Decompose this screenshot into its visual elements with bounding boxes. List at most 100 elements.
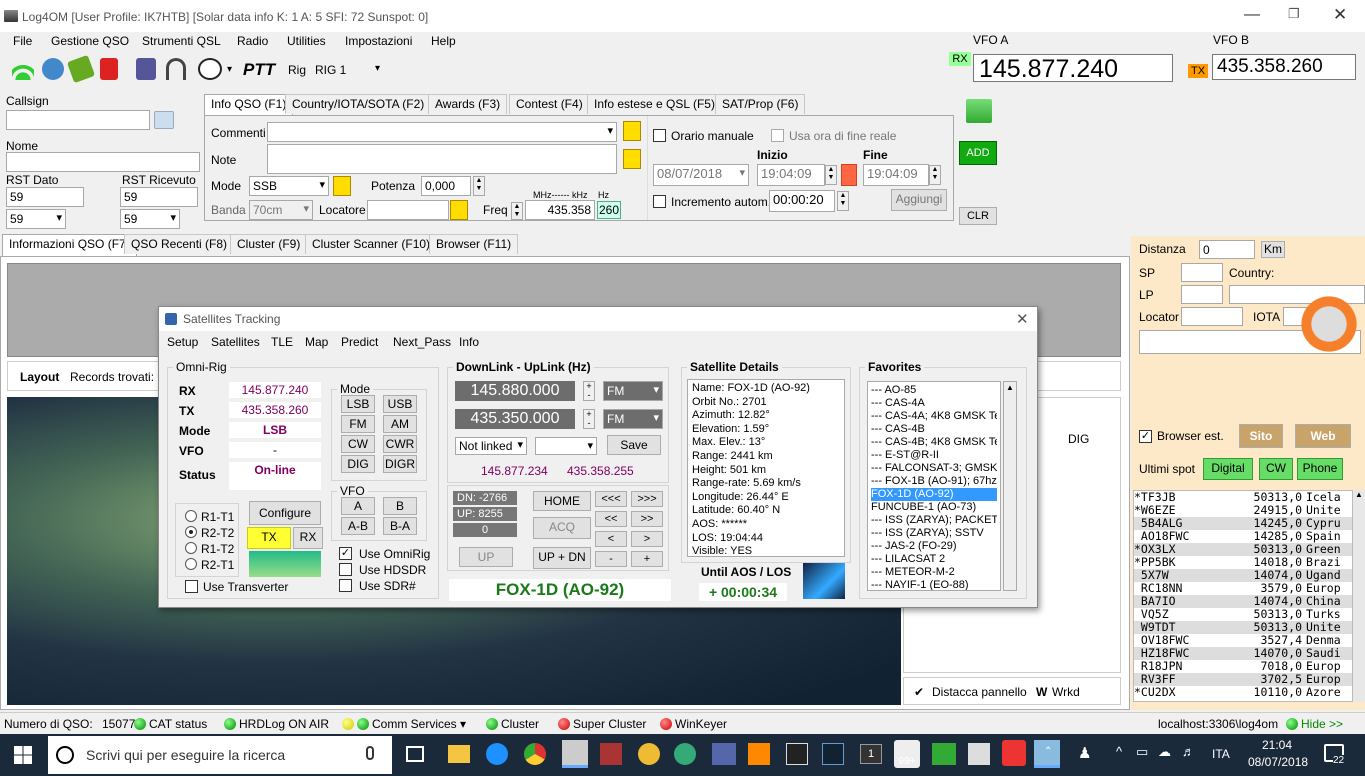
start-time-marker[interactable] [841, 164, 857, 186]
onedrive-icon[interactable]: ☁ [1158, 744, 1171, 760]
locatore-input[interactable] [367, 200, 449, 220]
favorite-item[interactable]: --- ISS (ZARYA); PACKET [871, 514, 997, 527]
tab-info-qso[interactable]: Info QSO (F1) [204, 94, 294, 116]
favorite-item[interactable]: --- ISS (ZARYA); SSTV [871, 527, 997, 540]
app-icon-8[interactable] [822, 743, 844, 765]
mode-digr-button[interactable]: DIGR [383, 455, 417, 473]
rig-dropdown-icon[interactable]: ▾ [375, 63, 380, 74]
vfo-a-frequency[interactable]: 145.877.240 [973, 54, 1173, 83]
tab-awards[interactable]: Awards (F3) [428, 94, 508, 114]
callsign-input[interactable] [6, 110, 150, 130]
nav-back-button[interactable]: << [595, 511, 627, 527]
rst-ricevuto-select[interactable]: 59 [120, 209, 180, 229]
tab-sat-prop[interactable]: SAT/Prop (F6) [715, 94, 806, 114]
favorite-item[interactable]: --- NAYIF-1 (EO-88) [871, 579, 997, 590]
locatore-lock-icon[interactable] [450, 200, 468, 220]
app-icon-3[interactable] [638, 743, 660, 765]
vfo-b-a-button[interactable]: B-A [383, 517, 417, 535]
mode-dig-button[interactable]: DIG [341, 455, 375, 473]
freq-spinner[interactable]: ▲ ▼ [511, 202, 523, 220]
up-dn-button[interactable]: UP + DN [533, 547, 591, 569]
favorite-item[interactable]: --- AO-85 [871, 384, 997, 397]
menu-strumenti-qsl[interactable]: Strumenti QSL [142, 34, 221, 48]
clock-time[interactable]: 21:04 [1262, 738, 1292, 752]
aggiungi-button[interactable]: Aggiungi [891, 189, 947, 211]
sito-button[interactable]: Sito [1239, 424, 1283, 448]
downlink-frequency[interactable]: 145.880.000 [455, 381, 575, 401]
configure-button[interactable]: Configure [249, 501, 321, 525]
cat-status[interactable]: CAT status [134, 717, 207, 731]
use-omnirig-checkbox[interactable]: ✓ [339, 547, 352, 560]
distacca-pannello[interactable]: Distacca pannello [932, 685, 1027, 699]
wifi-icon[interactable] [12, 58, 34, 80]
favorite-item[interactable]: --- FALCONSAT-3; GMSK 9 [871, 462, 997, 475]
rst-dato-select[interactable]: 59 [6, 209, 66, 229]
vfo-a-b-button[interactable]: A-B [341, 517, 375, 535]
maximize-button[interactable]: ❐ [1288, 6, 1300, 22]
digital-filter-button[interactable]: Digital [1203, 458, 1253, 480]
vfo-a-button[interactable]: A [341, 497, 375, 515]
sat-menu-next-pass[interactable]: Next_Pass [393, 335, 451, 349]
wrkd-label[interactable]: Wrkd [1052, 685, 1080, 699]
network-icon[interactable]: ▭ [1136, 744, 1148, 760]
web-button[interactable]: Web [1295, 424, 1351, 448]
app-icon-11[interactable] [968, 743, 990, 765]
headphones-icon[interactable] [249, 551, 321, 577]
tab-country[interactable]: Country/IOTA/SOTA (F2) [285, 94, 432, 114]
app-icon-7[interactable] [786, 743, 808, 765]
mode-cw-button[interactable]: CW [341, 435, 375, 453]
banda-select[interactable]: 70cm [249, 200, 313, 220]
favorite-item[interactable]: FUNCUBE-1 (AO-73) [871, 501, 997, 514]
nav-plus-button[interactable]: + [631, 551, 663, 567]
mode-lsb-button[interactable]: LSB [341, 395, 375, 413]
add-button[interactable]: ADD [959, 141, 997, 165]
tab-qso-recenti[interactable]: QSO Recenti (F8) [124, 234, 235, 254]
link-select[interactable]: Not linked [455, 437, 527, 455]
favorite-item[interactable]: --- CAS-4A; 4K8 GMSK Tele [871, 410, 997, 423]
ptt-label[interactable]: PTT [243, 60, 275, 80]
winkeyer-status[interactable]: WinKeyer [660, 717, 727, 731]
phone-filter-button[interactable]: Phone [1297, 458, 1343, 480]
km-button[interactable]: Km [1261, 241, 1285, 258]
menu-utilities[interactable]: Utilities [287, 34, 326, 48]
sat-menu-satellites[interactable]: Satellites [211, 335, 260, 349]
tab-informazioni-qso[interactable]: Informazioni QSO (F7) [2, 234, 137, 256]
mode-cwr-button[interactable]: CWR [383, 435, 417, 453]
commenti-lock-icon[interactable] [623, 121, 641, 141]
vfo-b-frequency[interactable]: 435.358.260 [1212, 54, 1356, 80]
acq-button[interactable]: ACQ [533, 517, 591, 539]
sat-menu-map[interactable]: Map [305, 335, 328, 349]
rst-ricevuto-input[interactable]: 59 [120, 187, 198, 207]
menu-impostazioni[interactable]: Impostazioni [345, 34, 412, 48]
clock-date[interactable]: 08/07/2018 [1248, 755, 1308, 769]
tab-cluster-scanner[interactable]: Cluster Scanner (F10) [305, 234, 438, 254]
nome-input[interactable] [6, 152, 200, 172]
radio-r1-t2[interactable] [185, 542, 197, 554]
mode-select[interactable]: SSB [249, 176, 329, 196]
hrdlog-status[interactable]: HRDLog ON AIR [224, 717, 329, 731]
lookup-icon[interactable] [154, 111, 174, 129]
uplink-mode-select[interactable]: FM [603, 409, 663, 429]
potenza-input[interactable]: 0,000 [421, 176, 471, 196]
menu-help[interactable]: Help [431, 34, 456, 48]
commenti-input[interactable] [267, 122, 617, 142]
potenza-spinner[interactable]: ▲ ▼ [473, 176, 485, 196]
sat-menu-setup[interactable]: Setup [167, 335, 198, 349]
downlink-spinner[interactable]: + - [583, 381, 595, 401]
task-view-icon[interactable] [406, 746, 424, 762]
mode-usb-button[interactable]: USB [383, 395, 417, 413]
mode-fm-button[interactable]: FM [341, 415, 375, 433]
distanza-input[interactable]: 0 [1199, 240, 1255, 259]
tray-expand-icon[interactable]: ⌃ [1044, 746, 1052, 757]
sat-rx-button[interactable]: RX [293, 527, 323, 549]
minimize-button[interactable]: — [1244, 6, 1260, 24]
sat-menu-info[interactable]: Info [459, 335, 479, 349]
radio-r2-t2[interactable] [185, 526, 197, 538]
taskbar-search[interactable]: Scrivi qui per eseguire la ricerca [48, 736, 392, 774]
downlink-mode-select[interactable]: FM [603, 381, 663, 401]
app-icon-2[interactable] [600, 743, 622, 765]
nav-step-fwd-button[interactable]: > [631, 531, 663, 547]
nav-minus-button[interactable]: - [595, 551, 627, 567]
sat-menu-predict[interactable]: Predict [341, 335, 378, 349]
spot-scrollbar[interactable]: ▲ [1353, 490, 1365, 702]
